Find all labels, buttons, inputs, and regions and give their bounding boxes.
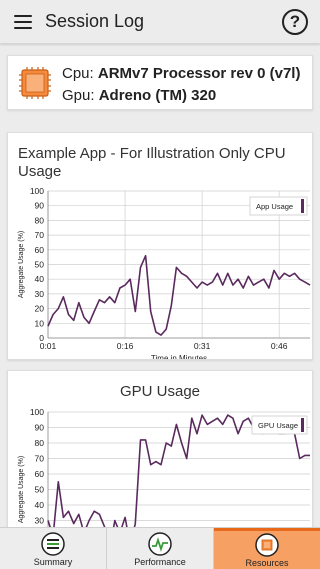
y-tick-label: 70 [35,230,45,240]
y-tick-label: 100 [30,186,44,196]
y-tick-label: 30 [35,289,45,299]
y-tick-label: 10 [35,318,45,328]
chart-title: GPU Usage [119,383,201,400]
y-tick-label: 70 [35,454,45,464]
x-tick-label: 0:46 [271,341,288,351]
resources-chip-icon [255,533,279,557]
y-tick-label: 80 [35,438,45,448]
tab-performance-label: Performance [134,557,186,567]
gpu-value: Adreno (TM) 320 [98,87,217,104]
y-axis-label: Aggregate Usage (%) [18,231,25,298]
bottom-nav: Summary Performance Resources [0,527,320,569]
page-title: Session Log [45,11,145,31]
app-cpu-usage-chart-card: 0 10 20 30 40 50 60 70 80 90 100 0:01 0:16 0:31 0:46 Ag… [7,132,313,360]
chart-title: Example App - For Illustration Only CPU … [18,145,286,180]
x-axis-label: Time in Minutes [151,354,207,360]
gpu-label: Gpu: [62,87,95,104]
y-tick-label: 20 [35,304,45,314]
legend-label: GPU Usage [258,421,298,430]
legend-label: App Usage [256,202,293,211]
legend-swatch [301,418,304,432]
y-tick-label: 100 [30,407,44,417]
y-tick-label: 90 [35,423,45,433]
gpu-info: Gpu: Adreno (TM) 320 [62,87,216,104]
y-axis-label: Aggregate Usage (%) [18,456,25,523]
tab-resources[interactable]: Resources [214,528,320,569]
x-tick-label: 0:16 [117,341,134,351]
hamburger-menu-icon[interactable] [12,12,34,32]
device-info-card: Cpu: ARMv7 Processor rev 0 (v7l) Gpu: Ad… [7,55,313,110]
y-tick-label: 60 [35,469,45,479]
gpu-usage-chart-card: 0102030405060708090100Aggregate Usage (%… [7,370,313,540]
y-tick-label: 50 [35,485,45,495]
tab-summary-label: Summary [33,557,73,567]
tab-summary[interactable]: Summary [0,528,107,569]
chip-icon [19,67,51,99]
performance-pulse-icon [148,532,172,556]
y-tick-label: 90 [35,201,45,211]
cpu-value: ARMv7 Processor rev 0 (v7l) [97,65,301,82]
x-tick-label: 0:31 [194,341,211,351]
legend-swatch [301,199,304,213]
y-tick-label: 50 [35,260,45,270]
summary-list-icon [41,532,65,556]
tab-performance[interactable]: Performance [107,528,214,569]
y-tick-label: 60 [35,245,45,255]
x-tick-label: 0:01 [40,341,57,351]
help-button[interactable]: ? [282,9,308,35]
y-tick-label: 30 [35,516,45,526]
y-tick-label: 40 [35,274,45,284]
y-tick-label: 40 [35,500,45,510]
cpu-label: Cpu: [62,65,94,82]
y-tick-label: 80 [35,215,45,225]
cpu-info: Cpu: ARMv7 Processor rev 0 (v7l) [62,65,300,82]
tab-resources-label: Resources [245,558,289,568]
app-bar: Session Log ? [0,0,320,44]
